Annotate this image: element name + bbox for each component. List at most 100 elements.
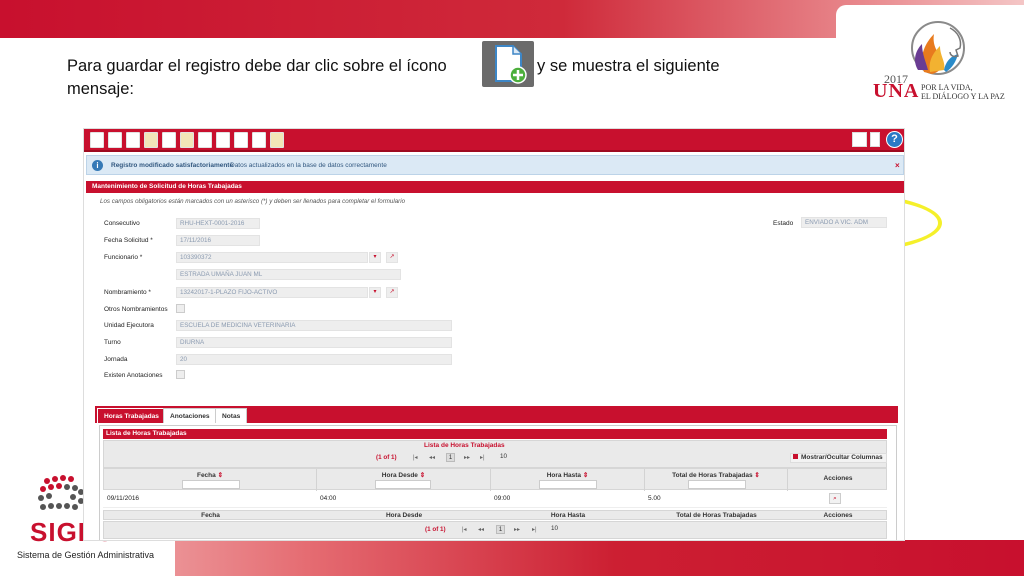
footer-hora-desde: Hora Desde: [385, 512, 423, 519]
toolbar: ?: [84, 129, 904, 152]
estado-label: Estado: [773, 220, 794, 227]
tab-notas[interactable]: Notas: [215, 408, 248, 423]
otros-nombramientos-checkbox[interactable]: [176, 304, 185, 313]
save-new-icon[interactable]: [252, 132, 266, 148]
external-link-icon[interactable]: ↗: [386, 252, 398, 263]
copy-doc-icon[interactable]: [180, 132, 194, 148]
current-page[interactable]: 1: [446, 453, 455, 462]
grid-pager-bottom: (1 of 1) |◂ ◂◂ 1 ▸▸ ▸| 10: [103, 521, 887, 539]
unidad-ejecutora-label: Unidad Ejecutora: [104, 322, 154, 329]
funcionario-name-field: ESTRADA UMAÑA JUAN ML: [176, 269, 401, 280]
sort-icon[interactable]: ⇕: [754, 472, 759, 479]
fecha-solicitud-field[interactable]: 17/11/2016: [176, 235, 260, 246]
close-icon[interactable]: ×: [895, 161, 900, 170]
estado-field: ENVIADO A VIC. ADM: [801, 217, 887, 228]
attachment-icon[interactable]: [870, 132, 880, 147]
group-icon[interactable]: [198, 132, 212, 148]
consecutivo-field: RHU-HEXT-0001-2016: [176, 218, 260, 229]
external-link-icon[interactable]: ↗: [386, 287, 398, 298]
delete-doc-icon[interactable]: [162, 132, 176, 148]
message-text: Datos actualizados en la base de datos c…: [230, 162, 387, 169]
list-icon[interactable]: [234, 132, 248, 148]
cell-hora-desde: 04:00: [320, 495, 337, 502]
rows-per-page-select[interactable]: 10: [551, 525, 558, 532]
first-page-icon[interactable]: |◂: [462, 526, 467, 533]
nombramiento-field[interactable]: 13242017-1-PLAZO FIJO-ACTIVO: [176, 287, 368, 298]
cell-hora-hasta: 09:00: [494, 495, 511, 502]
funcionario-field[interactable]: 103390372: [176, 252, 368, 263]
otros-nombramientos-label: Otros Nombramientos: [104, 306, 168, 313]
first-page-icon[interactable]: |◂: [413, 454, 418, 461]
fecha-solicitud-label: Fecha Solicitud *: [104, 237, 153, 244]
existen-anotaciones-label: Existen Anotaciones: [104, 372, 163, 379]
column-fecha[interactable]: Fecha ⇕: [104, 469, 317, 491]
current-page[interactable]: 1: [496, 525, 505, 534]
column-total-horas-label: Total de Horas Trabajadas: [672, 472, 753, 479]
last-page-icon[interactable]: ▸|: [532, 526, 537, 533]
footer-acciones: Acciones: [823, 512, 853, 519]
doc-icon[interactable]: [126, 132, 140, 148]
prev-page-icon[interactable]: ◂◂: [478, 526, 484, 533]
una-logo-name: UNA: [873, 80, 920, 102]
view-record-icon[interactable]: ⌕: [829, 493, 841, 504]
chevron-down-icon[interactable]: ▾: [369, 252, 381, 263]
chevron-down-icon[interactable]: ▾: [369, 287, 381, 298]
column-acciones: Acciones: [788, 469, 888, 491]
help-icon[interactable]: ?: [886, 131, 903, 148]
page-info: (1 of 1): [425, 526, 446, 533]
new-doc-icon[interactable]: [90, 132, 104, 148]
success-message: i Registro modificado satisfactoriamente…: [86, 155, 904, 175]
edit-doc-icon[interactable]: [144, 132, 158, 148]
sort-icon[interactable]: ⇕: [583, 472, 588, 479]
print-icon[interactable]: [270, 132, 284, 148]
grid-caption: Lista de Horas Trabajadas: [424, 442, 505, 449]
consecutivo-label: Consecutivo: [104, 220, 140, 227]
rows-per-page-select[interactable]: 10: [500, 453, 507, 460]
funcionario-label: Funcionario *: [104, 254, 143, 261]
cell-total-horas: 5.00: [648, 495, 661, 502]
column-hora-hasta[interactable]: Hora Hasta ⇕: [491, 469, 645, 491]
fecha-filter-input[interactable]: [182, 480, 240, 489]
jornada-field: 20: [176, 354, 452, 365]
footer-total-horas: Total de Horas Trabajadas: [676, 512, 757, 519]
column-fecha-label: Fecha: [196, 472, 216, 479]
footer-hora-hasta: Hora Hasta: [550, 512, 586, 519]
prev-page-icon[interactable]: ◂◂: [429, 454, 435, 461]
panel-title: Mantenimiento de Solicitud de Horas Trab…: [86, 181, 904, 193]
table-row[interactable]: 09/11/2016 04:00 09:00 5.00 ⌕: [103, 490, 887, 508]
column-total-horas[interactable]: Total de Horas Trabajadas ⇕: [645, 469, 788, 491]
existen-anotaciones-checkbox[interactable]: [176, 370, 185, 379]
instruction-line-2: mensaje:: [67, 80, 134, 98]
page-info: (1 of 1): [376, 454, 397, 461]
column-hora-desde[interactable]: Hora Desde ⇕: [317, 469, 491, 491]
toggle-columns-button[interactable]: Mostrar/Ocultar Columnas: [790, 453, 887, 463]
unidad-ejecutora-field: ESCUELA DE MEDICINA VETERINARIA: [176, 320, 452, 331]
table-icon[interactable]: [852, 132, 867, 147]
next-page-icon[interactable]: ▸▸: [464, 454, 470, 461]
sigesa-logo-subtitle: Sistema de Gestión Administrativa: [17, 550, 155, 560]
grid-title: Lista de Horas Trabajadas: [103, 429, 887, 439]
hora-hasta-filter-input[interactable]: [539, 480, 597, 489]
network-icon[interactable]: [216, 132, 230, 148]
tabs-bar: Horas Trabajadas Anotaciones Notas: [95, 406, 898, 423]
required-note: Los campos obligatorios están marcados c…: [100, 198, 406, 205]
tab-horas-trabajadas[interactable]: Horas Trabajadas: [97, 408, 166, 423]
last-page-icon[interactable]: ▸|: [480, 454, 485, 461]
tab-anotaciones[interactable]: Anotaciones: [163, 408, 217, 423]
turno-field: DIURNA: [176, 337, 452, 348]
new-doc-icon[interactable]: [108, 132, 122, 148]
columns-icon: [793, 454, 798, 459]
next-page-icon[interactable]: ▸▸: [514, 526, 520, 533]
column-footers: Fecha Hora Desde Hora Hasta Total de Hor…: [103, 510, 887, 520]
hora-desde-filter-input[interactable]: [375, 480, 431, 489]
footer-fecha: Fecha: [201, 512, 220, 519]
sort-icon[interactable]: ⇕: [420, 472, 425, 479]
message-title: Registro modificado satisfactoriamente: [111, 162, 234, 169]
total-horas-filter-input[interactable]: [688, 480, 746, 489]
instruction-line-1b: y se muestra el siguiente: [537, 57, 720, 75]
info-icon: i: [92, 160, 103, 171]
instruction-line-1: Para guardar el registro debe dar clic s…: [67, 57, 447, 75]
sort-icon[interactable]: ⇕: [218, 472, 223, 479]
column-hora-hasta-label: Hora Hasta: [546, 472, 582, 479]
save-new-icon: [482, 41, 534, 87]
